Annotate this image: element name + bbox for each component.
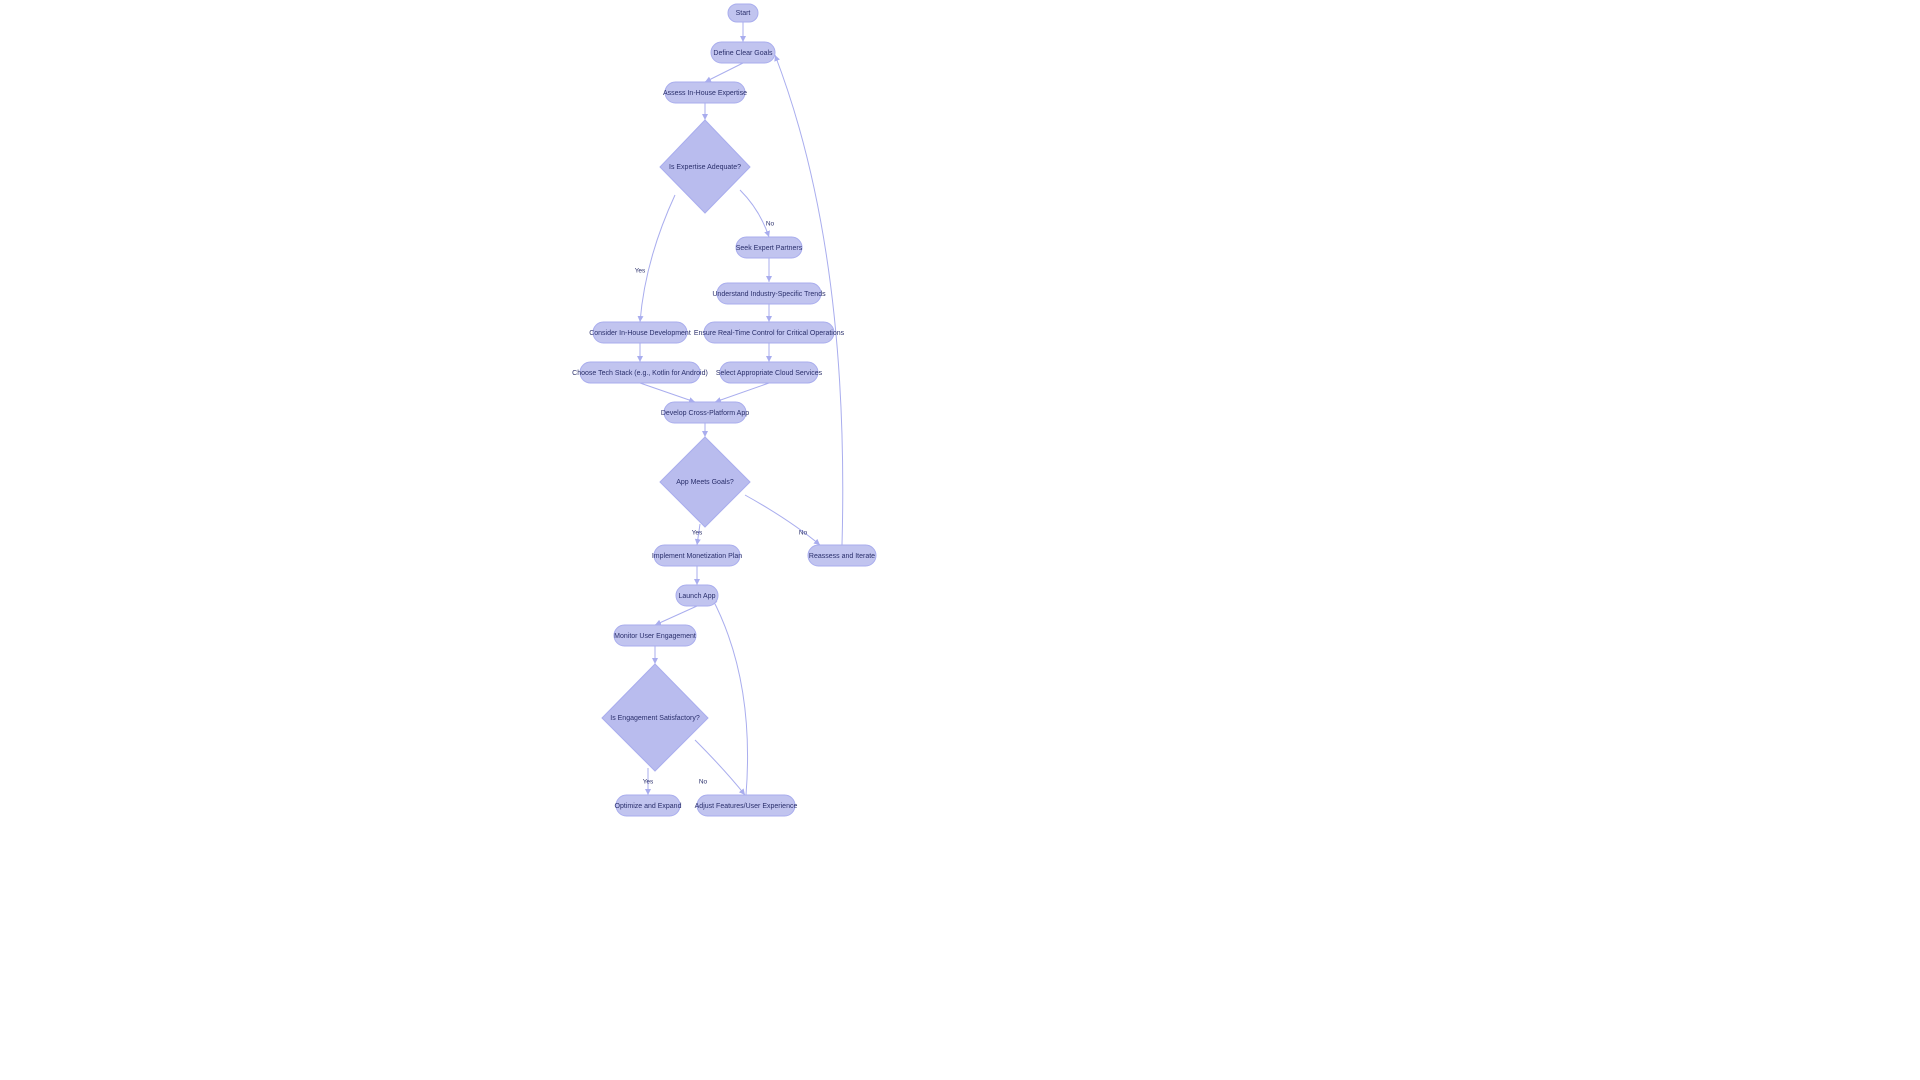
edge-cloud-develop bbox=[715, 383, 769, 402]
edge-adjust-launch bbox=[712, 598, 748, 795]
node-start: Start bbox=[728, 4, 758, 22]
node-choose-tech-label: Choose Tech Stack (e.g., Kotlin for Andr… bbox=[572, 370, 708, 377]
node-launch: Launch App bbox=[676, 585, 718, 606]
edge-tech-develop bbox=[640, 383, 695, 402]
node-seek-partners: Seek Expert Partners bbox=[736, 237, 803, 258]
node-define-goals: Define Clear Goals bbox=[711, 42, 775, 63]
node-launch-label: Launch App bbox=[679, 593, 716, 600]
edge-label-eng-no: No bbox=[699, 779, 708, 786]
node-app-meets-goals: App Meets Goals? bbox=[660, 437, 750, 527]
node-monetization: Implement Monetization Plan bbox=[652, 545, 742, 566]
node-assess-expertise: Assess In-House Expertise bbox=[663, 82, 747, 103]
node-choose-tech: Choose Tech Stack (e.g., Kotlin for Andr… bbox=[572, 362, 708, 383]
node-define-goals-label: Define Clear Goals bbox=[713, 50, 773, 57]
edge-expertise-yes bbox=[640, 195, 675, 322]
node-consider-inhouse-label: Consider In-House Development bbox=[589, 330, 691, 337]
node-develop-app-label: Develop Cross-Platform App bbox=[661, 410, 749, 417]
node-select-cloud: Select Appropriate Cloud Services bbox=[716, 362, 823, 383]
node-reassess-label: Reassess and Iterate bbox=[809, 553, 875, 560]
edge-label-goals-no: No bbox=[799, 530, 808, 537]
edge-label-exp-no: No bbox=[766, 221, 775, 228]
node-optimize-label: Optimize and Expand bbox=[615, 803, 682, 810]
node-engagement-ok: Is Engagement Satisfactory? bbox=[602, 664, 708, 771]
node-expertise-adequate-label: Is Expertise Adequate? bbox=[669, 164, 741, 171]
edge-label-goals-yes: Yes bbox=[692, 530, 703, 537]
node-develop-app: Develop Cross-Platform App bbox=[661, 402, 749, 423]
edge-engagement-no bbox=[695, 740, 745, 795]
node-monetization-label: Implement Monetization Plan bbox=[652, 553, 742, 560]
node-adjust-features: Adjust Features/User Experience bbox=[695, 795, 798, 816]
node-engagement-ok-label: Is Engagement Satisfactory? bbox=[610, 715, 700, 722]
edge-label-exp-yes: Yes bbox=[635, 268, 646, 275]
node-reassess: Reassess and Iterate bbox=[808, 545, 876, 566]
node-start-label: Start bbox=[736, 10, 751, 17]
node-understand-trends-label: Understand Industry-Specific Trends bbox=[712, 291, 826, 298]
node-app-meets-goals-label: App Meets Goals? bbox=[676, 479, 734, 486]
node-seek-partners-label: Seek Expert Partners bbox=[736, 245, 803, 252]
flowchart-diagram: No Yes Yes No Yes No Start Define Clear … bbox=[0, 0, 1920, 1080]
edge-launch-monitor bbox=[655, 606, 697, 625]
edge-goals-no bbox=[745, 495, 820, 545]
edge-expertise-no bbox=[740, 190, 769, 237]
node-adjust-features-label: Adjust Features/User Experience bbox=[695, 803, 798, 810]
edge-define-assess bbox=[705, 63, 743, 82]
node-understand-trends: Understand Industry-Specific Trends bbox=[712, 283, 826, 304]
node-monitor-label: Monitor User Engagement bbox=[614, 633, 696, 640]
node-monitor: Monitor User Engagement bbox=[614, 625, 696, 646]
node-consider-inhouse: Consider In-House Development bbox=[589, 322, 691, 343]
edge-label-eng-yes: Yes bbox=[643, 779, 654, 786]
node-ensure-realtime: Ensure Real-Time Control for Critical Op… bbox=[694, 322, 845, 343]
node-select-cloud-label: Select Appropriate Cloud Services bbox=[716, 370, 823, 377]
node-optimize: Optimize and Expand bbox=[615, 795, 682, 816]
node-ensure-realtime-label: Ensure Real-Time Control for Critical Op… bbox=[694, 330, 845, 337]
node-assess-expertise-label: Assess In-House Expertise bbox=[663, 90, 747, 97]
